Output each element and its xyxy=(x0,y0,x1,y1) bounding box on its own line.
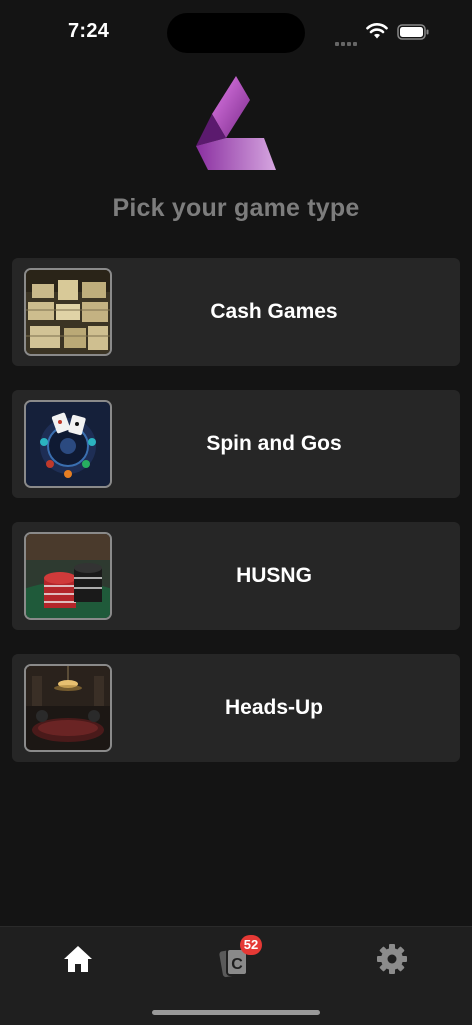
page-title: Pick your game type xyxy=(112,194,360,222)
tab-settings[interactable] xyxy=(374,941,414,981)
game-type-label: Cash Games xyxy=(210,300,338,323)
cards-badge: 52 xyxy=(240,935,262,955)
spin-wheel-image xyxy=(24,400,112,488)
money-stacks-image xyxy=(24,268,112,356)
status-bar: 7:24 xyxy=(0,0,472,64)
signal-icon xyxy=(335,33,361,46)
app-logo xyxy=(196,76,276,170)
wifi-icon xyxy=(366,23,388,39)
game-type-cash-games[interactable]: Cash Games xyxy=(12,258,460,366)
game-type-label: Spin and Gos xyxy=(206,432,342,455)
game-type-heads-up[interactable]: Heads-Up xyxy=(12,654,460,762)
poker-chips-image xyxy=(24,532,112,620)
game-type-husng[interactable]: HUSNG xyxy=(12,522,460,630)
home-icon xyxy=(64,946,92,972)
status-time: 7:24 xyxy=(68,20,110,42)
game-type-label: Heads-Up xyxy=(224,696,324,719)
poker-room-image xyxy=(24,664,112,752)
battery-icon xyxy=(397,24,429,40)
svg-text:C: C xyxy=(231,956,243,973)
gear-icon xyxy=(377,944,407,974)
tab-home[interactable] xyxy=(60,941,100,981)
home-indicator xyxy=(152,1010,320,1015)
game-type-spin-and-gos[interactable]: Spin and Gos xyxy=(12,390,460,498)
game-type-label: HUSNG xyxy=(236,564,312,587)
dynamic-island xyxy=(167,13,305,53)
